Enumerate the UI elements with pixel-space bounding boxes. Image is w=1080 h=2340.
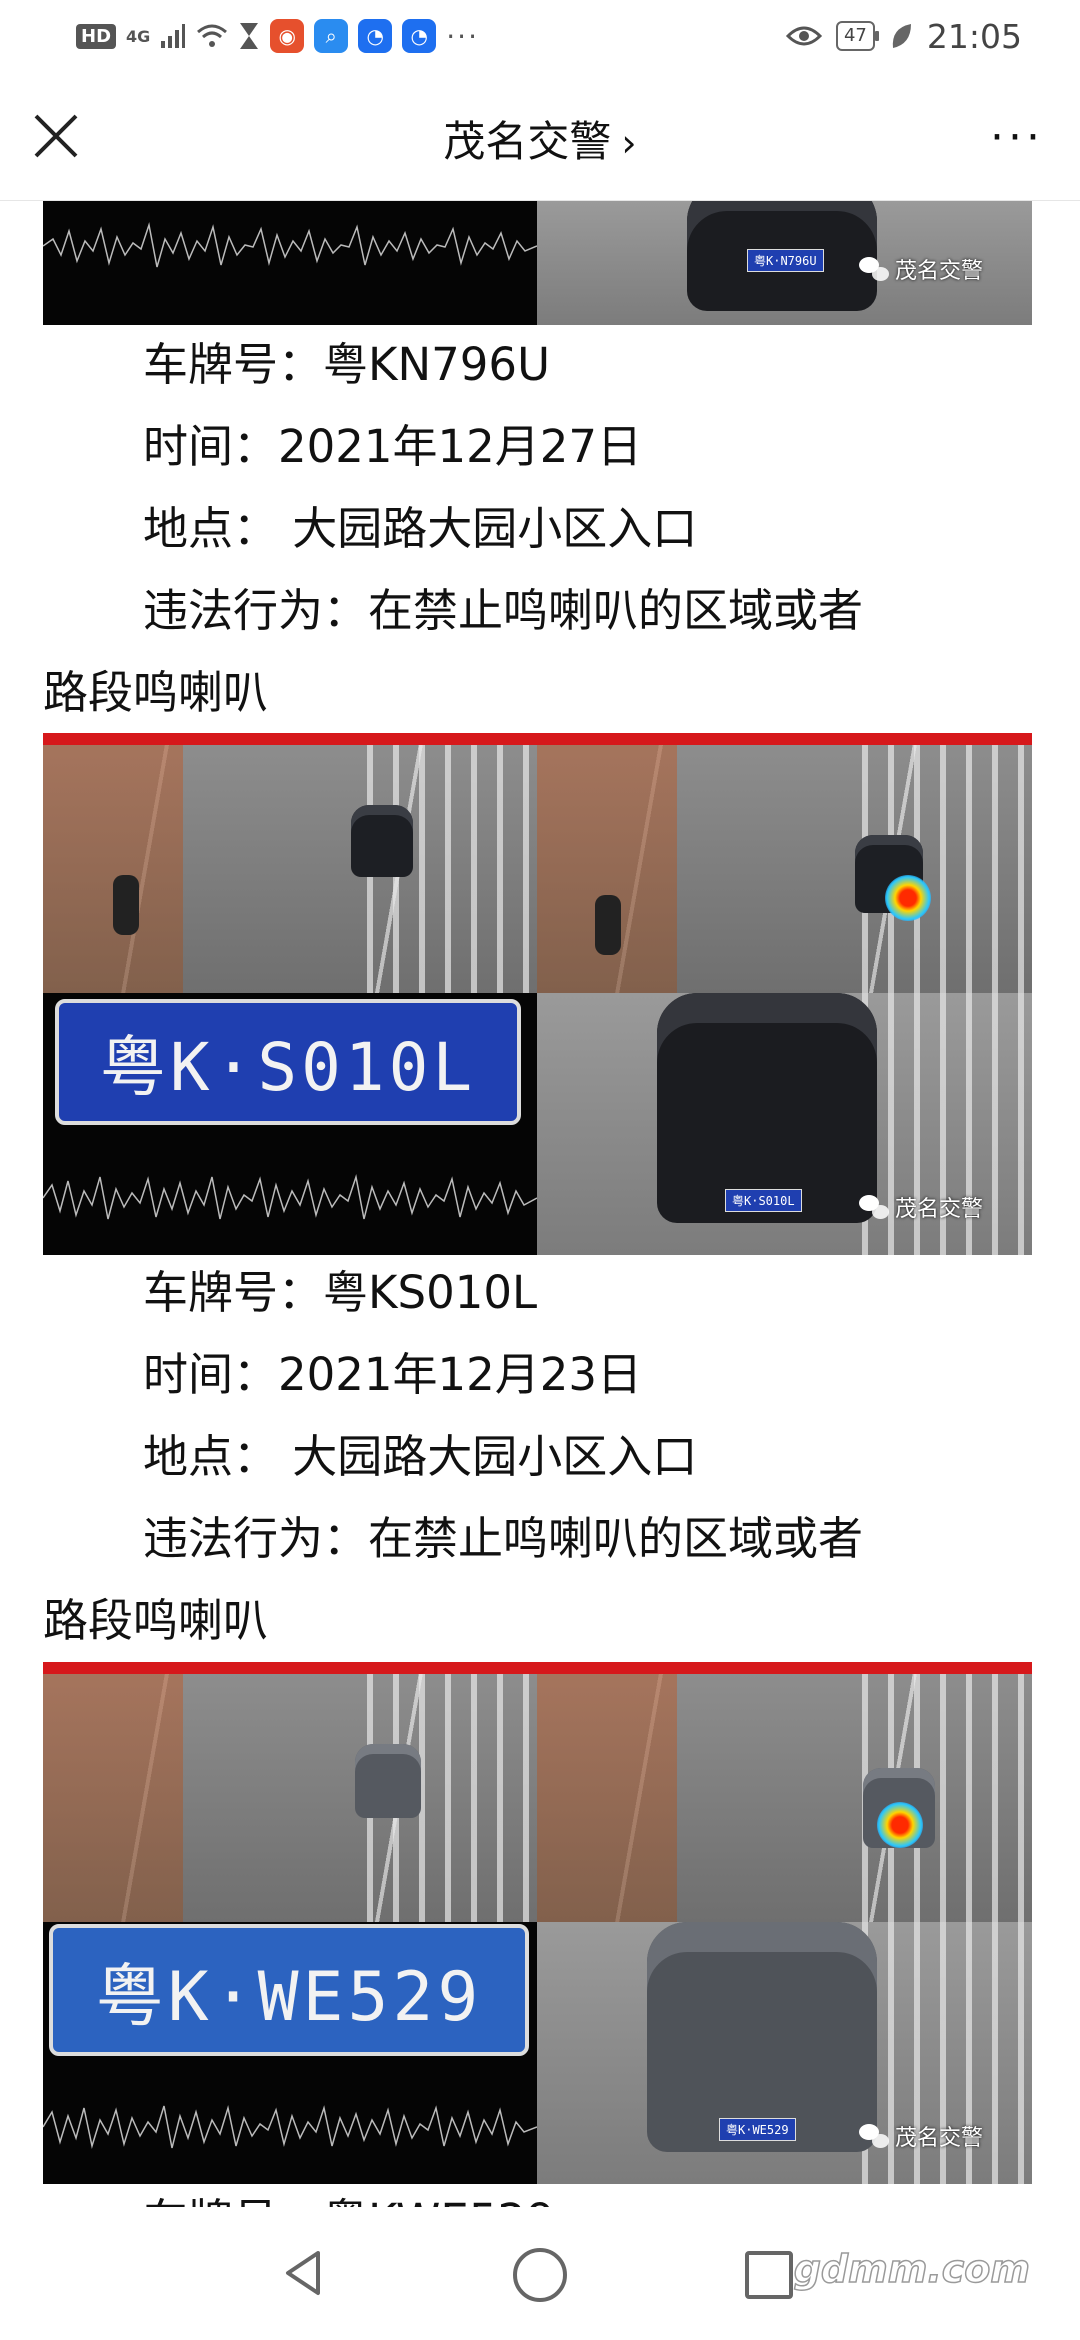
more-options-icon[interactable]: ··· [990,112,1044,163]
watermark: 茂名交警 [859,2120,983,2152]
violation-text: 违法行为：在禁止鸣喇叭的区域或者 [143,584,864,637]
hd-badge: HD [76,23,117,49]
plate-closeup-panel: 粤K·WE529 [43,1922,537,2184]
road-panel-left [43,745,537,993]
system-nav-bar: gdmm.com [0,2207,1080,2340]
photo-header-bar [43,733,1032,745]
account-title[interactable]: 茂名交警 › [0,108,1080,169]
eye-icon [785,26,822,46]
evidence-photo-2: 粤K·S010L 粤K·S010L 茂名交警 [43,733,1032,1255]
network-indicator: 4G [126,26,151,46]
plate-closeup-panel: 粤K·S010L [43,993,537,1255]
recent-apps-icon[interactable] [745,2251,793,2299]
sound-heatmap [885,875,931,921]
roadside [537,745,677,993]
bulb-app-icon-2: ◔ [402,19,437,53]
watermark-text: 茂名交警 [895,1197,984,1222]
sound-heatmap [877,1802,923,1848]
weibo-app-icon: ◉ [270,19,305,53]
signal-icon [161,24,186,48]
audio-waveform [43,1174,537,1220]
roadside [43,745,183,993]
search-app-icon: ⌕ [314,19,349,53]
violation-text: 违法行为：在禁止鸣喇叭的区域或者 [143,1512,864,1565]
small-plate: 粤K·S010L [725,1189,802,1212]
article-content[interactable]: 粤K·N796U 茂名交警 车牌号：粤KN796U 时间：2021年12月27日… [0,201,1080,2207]
audio-waveform-panel [43,201,537,325]
roadside [43,1674,183,1922]
watermark-text: 茂名交警 [895,259,984,284]
car-closeup-panel: 粤K·S010L 茂名交警 [537,993,1032,1255]
status-bar: HD 4G ◉ ⌕ ◔ ◔ ··· 47 21:05 [0,0,1080,72]
location-text: 地点： 大园路大园小区入口 [143,502,698,555]
plate-number-text: 车牌号：粤KN796U [143,338,550,391]
audio-waveform [43,2105,537,2149]
license-plate-closeup: 粤K·WE529 [49,1924,529,2056]
time-text: 时间：2021年12月23日 [143,1348,643,1401]
wifi-icon [197,24,228,47]
home-icon[interactable] [513,2248,567,2302]
violation-text-cont: 路段鸣喇叭 [43,1594,269,1647]
hourglass-icon [240,23,259,49]
battery-indicator: 47 [835,21,879,51]
small-plate: 粤K·N796U [747,249,824,272]
watermark-text: 茂名交警 [895,2126,984,2151]
account-name: 茂名交警 [443,117,612,166]
evidence-photo-1: 粤K·N796U 茂名交警 [43,201,1032,325]
road-panel-right [537,1674,1032,1922]
leaf-icon [892,24,911,48]
violation-text-cont: 路段鸣喇叭 [43,666,269,719]
car-marker [351,805,413,877]
watermark: 茂名交警 [859,253,983,285]
clock: 21:05 [926,16,1022,56]
wechat-icon [859,257,889,281]
photo-header-bar [43,1662,1032,1674]
back-icon[interactable] [278,2247,330,2299]
plate-number-text: 车牌号：粤KS010L [143,1266,538,1319]
road-panel-left [43,1674,537,1922]
wechat-icon [859,1195,889,1219]
app-header: 茂名交警 › ··· [0,72,1080,201]
car-closeup-panel: 粤K·N796U 茂名交警 [537,201,1032,325]
road-panel-right [537,745,1032,993]
watermark: 茂名交警 [859,1191,983,1223]
status-left: HD 4G ◉ ⌕ ◔ ◔ ··· [76,14,479,58]
audio-waveform [43,222,537,268]
evidence-photo-3: 粤K·WE529 粤K·WE529 茂名交警 [43,1662,1032,2184]
roadside [537,1674,677,1922]
time-text: 时间：2021年12月27日 [143,420,643,473]
small-plate: 粤K·WE529 [719,2118,796,2141]
bulb-app-icon: ◔ [358,19,393,53]
scooter-marker [113,875,139,935]
wechat-icon [859,2124,889,2148]
more-notifications-icon: ··· [446,19,479,53]
scooter-marker [595,895,621,955]
site-watermark: gdmm.com [793,2246,1031,2292]
status-right: 47 21:05 [785,14,1022,58]
location-text: 地点： 大园路大园小区入口 [143,1430,698,1483]
chevron-right-icon: › [621,121,637,165]
car-marker [355,1744,421,1818]
car-closeup-panel: 粤K·WE529 茂名交警 [537,1922,1032,2184]
license-plate-closeup: 粤K·S010L [55,999,521,1125]
plate-number-text: 车牌号：粤KWE529 [143,2191,555,2207]
